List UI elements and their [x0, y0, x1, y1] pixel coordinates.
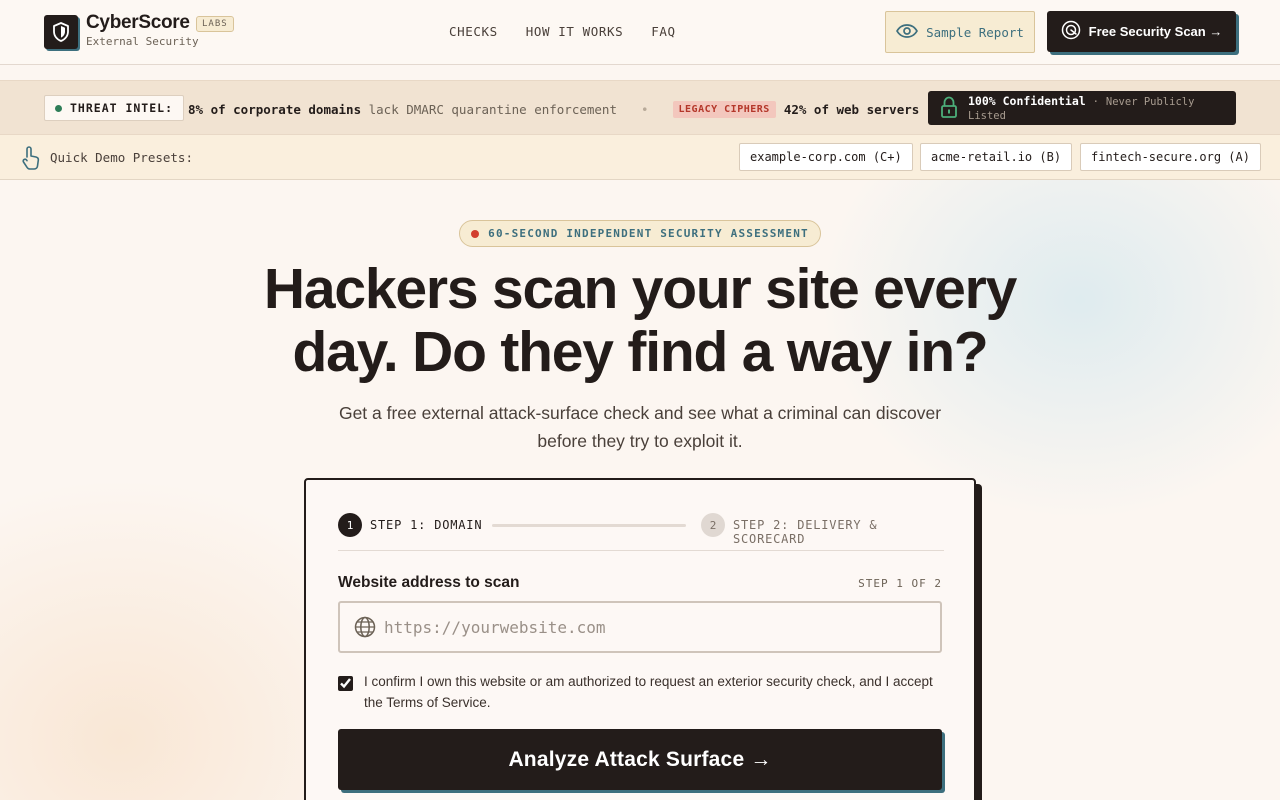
- preset-chip-acme-retail[interactable]: acme-retail.io (B): [920, 143, 1073, 171]
- step-progress-line: [492, 524, 686, 527]
- hero-title: Hackers scan your site every day. Do the…: [140, 258, 1140, 384]
- threat-intel-strip: THREAT INTEL: 8% of corporate domains la…: [0, 80, 1280, 135]
- authorization-checkbox[interactable]: [338, 676, 353, 691]
- nav-link-checks[interactable]: CHECKS: [449, 24, 498, 39]
- demo-presets-bar: Quick Demo Presets: example-corp.com (C+…: [0, 135, 1280, 180]
- top-header: CyberScore LABS External Security CHECKS…: [0, 0, 1280, 65]
- radar-icon: [1061, 20, 1081, 43]
- sample-report-button[interactable]: Sample Report: [885, 11, 1035, 53]
- confidential-separator: ·: [1092, 96, 1099, 108]
- brand-subtitle: External Security: [86, 35, 199, 48]
- eye-icon: [896, 23, 919, 41]
- hero-subtitle-line-2: before they try to exploit it.: [537, 431, 743, 451]
- threat-intel-label: THREAT INTEL:: [44, 95, 185, 121]
- padlock-icon: [940, 96, 958, 121]
- ticker-separator: •: [640, 101, 649, 117]
- shield-logo-icon[interactable]: [44, 15, 78, 49]
- step-1-label: STEP 1: DOMAIN: [370, 518, 483, 532]
- ticker-stat-ciphers: 42% of web servers: [783, 101, 920, 117]
- nav-link-how-it-works[interactable]: HOW IT WORKS: [526, 24, 624, 39]
- step-indicator: 1 STEP 1: DOMAIN 2 STEP 2: DELIVERY & SC…: [338, 512, 944, 546]
- hero-subtitle-line-1: Get a free external attack-surface check…: [338, 403, 942, 423]
- brand-name[interactable]: CyberScore: [86, 12, 190, 34]
- presets-label: Quick Demo Presets:: [50, 150, 193, 165]
- preset-chip-fintech-secure[interactable]: fintech-secure.org (A): [1080, 143, 1261, 171]
- step-1-circle: 1: [338, 513, 362, 537]
- card-divider: [338, 550, 944, 551]
- main-nav: CHECKS HOW IT WORKS FAQ: [449, 24, 676, 39]
- url-field-label: Website address to scan: [338, 574, 520, 591]
- assessment-pill-text: 60-SECOND INDEPENDENT SECURITY ASSESSMEN…: [488, 227, 809, 240]
- step-count: STEP 1 OF 2: [858, 577, 942, 590]
- hero-subtitle: Get a free external attack-surface check…: [300, 399, 980, 455]
- nav-link-faq[interactable]: FAQ: [651, 24, 675, 39]
- hero-title-line-1: Hackers scan your site every: [263, 257, 1017, 321]
- alert-dot-icon: [471, 229, 480, 238]
- preset-chip-example-corp[interactable]: example-corp.com (C+): [739, 143, 913, 171]
- analyze-attack-surface-button[interactable]: Analyze Attack Surface →: [338, 729, 942, 790]
- ticker-text-dmarc: lack DMARC quarantine enforcement: [368, 101, 617, 117]
- step-2-label: STEP 2: DELIVERY & SCORECARD: [733, 518, 878, 546]
- threat-intel-label-text: THREAT INTEL:: [70, 101, 174, 115]
- free-scan-label: Free Security Scan →: [1088, 24, 1223, 39]
- globe-icon: [354, 616, 376, 643]
- url-input-wrapper: [338, 601, 942, 653]
- legacy-ciphers-tag: LEGACY CIPHERS: [672, 100, 776, 118]
- free-security-scan-button[interactable]: Free Security Scan →: [1047, 11, 1236, 52]
- assessment-pill: 60-SECOND INDEPENDENT SECURITY ASSESSMEN…: [459, 220, 821, 247]
- tap-hand-icon: [20, 145, 42, 175]
- website-url-input[interactable]: [384, 603, 934, 651]
- step-2-circle: 2: [701, 513, 725, 537]
- confidential-badge: 100% Confidential · Never Publicly Liste…: [928, 91, 1236, 125]
- brand-badge: LABS: [196, 16, 234, 32]
- live-status-dot-icon: [55, 104, 62, 112]
- threat-ticker: 8% of corporate domains lack DMARC quara…: [188, 99, 923, 119]
- sample-report-label: Sample Report: [926, 24, 1024, 40]
- confidential-bold-text: 100% Confidential: [968, 94, 1086, 108]
- scan-form-card: 1 STEP 1: DOMAIN 2 STEP 2: DELIVERY & SC…: [304, 478, 976, 800]
- authorization-text[interactable]: I confirm I own this website or am autho…: [364, 671, 948, 713]
- ticker-stat-dmarc: 8% of corporate domains: [188, 101, 362, 117]
- hero-title-line-2: day. Do they find a way in?: [292, 320, 989, 384]
